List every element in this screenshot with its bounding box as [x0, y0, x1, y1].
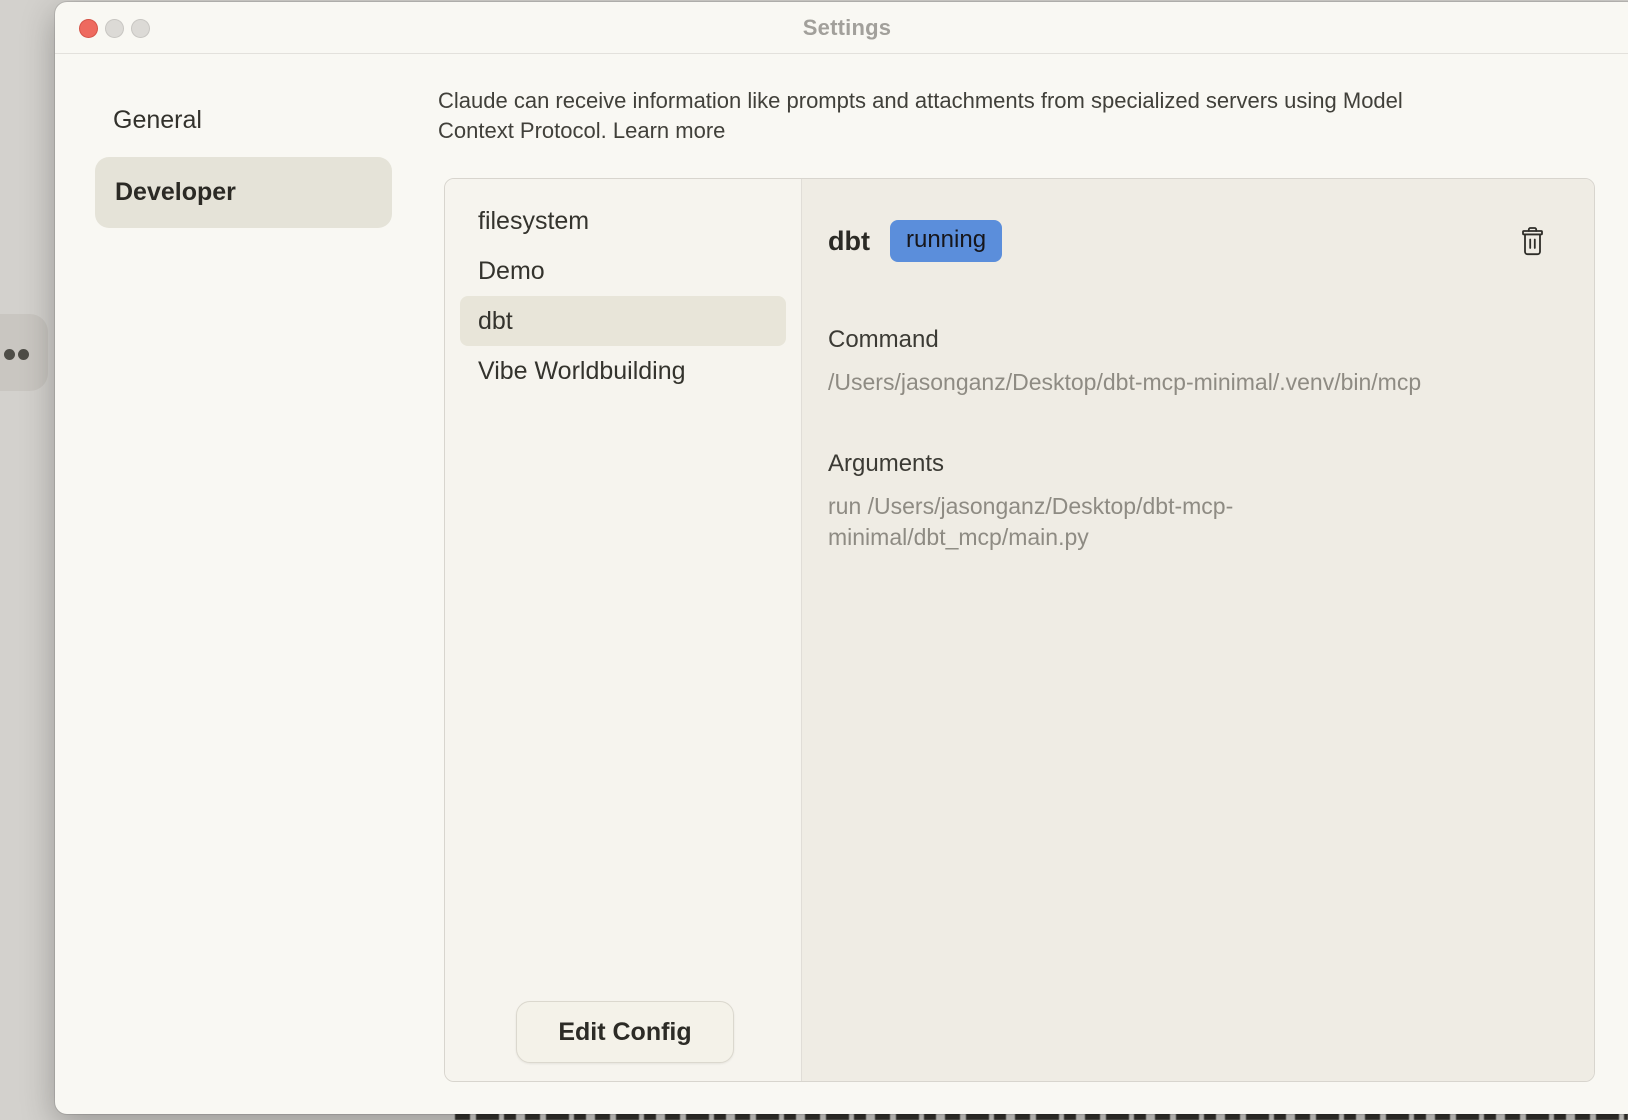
server-item-label: Demo: [478, 257, 545, 286]
traffic-lights: [79, 19, 150, 38]
mcp-description: Claude can receive information like prom…: [438, 86, 1478, 146]
server-list: filesystem Demo dbt Vibe Worldbuilding: [445, 179, 801, 396]
trash-icon: [1519, 226, 1546, 257]
command-value: /Users/jasonganz/Desktop/dbt-mcp-minimal…: [828, 367, 1548, 398]
mcp-servers-panel: filesystem Demo dbt Vibe Worldbuilding E…: [444, 178, 1595, 1082]
learn-more-link[interactable]: Learn more: [613, 118, 726, 143]
status-badge: running: [890, 220, 1002, 262]
dot-icon: [18, 349, 29, 360]
server-list-column: filesystem Demo dbt Vibe Worldbuilding E…: [445, 179, 801, 1081]
sidebar-item-label: Developer: [115, 178, 236, 207]
server-item-demo[interactable]: Demo: [445, 246, 801, 296]
arguments-value: run /Users/jasonganz/Desktop/dbt-mcp-min…: [828, 491, 1268, 553]
sidebar-item-label: General: [113, 106, 202, 135]
server-item-label: filesystem: [478, 207, 589, 236]
arguments-label: Arguments: [828, 450, 1548, 478]
zoom-window-icon[interactable]: [131, 19, 150, 38]
mcp-description-text: Claude can receive information like prom…: [438, 88, 1403, 143]
server-item-label: Vibe Worldbuilding: [478, 357, 686, 386]
server-name: dbt: [828, 226, 870, 257]
window-title: Settings: [803, 15, 891, 41]
server-detail-column: dbt running Command: [801, 179, 1594, 1081]
sidebar-item-general[interactable]: General: [95, 98, 220, 142]
sidebar-item-developer[interactable]: Developer: [95, 157, 392, 228]
dot-icon: [4, 349, 15, 360]
command-field: Command /Users/jasonganz/Desktop/dbt-mcp…: [828, 326, 1548, 398]
close-window-icon[interactable]: [79, 19, 98, 38]
server-item-dbt[interactable]: dbt: [460, 296, 786, 346]
delete-server-button[interactable]: [1516, 223, 1548, 259]
settings-window: Settings General Developer Claude can re…: [55, 2, 1628, 1114]
command-label: Command: [828, 326, 1548, 354]
arguments-field: Arguments run /Users/jasonganz/Desktop/d…: [828, 450, 1548, 553]
server-item-label: dbt: [478, 307, 513, 336]
server-item-vibe-worldbuilding[interactable]: Vibe Worldbuilding: [445, 346, 801, 396]
titlebar[interactable]: Settings: [55, 2, 1628, 54]
server-detail-header: dbt running: [828, 220, 1548, 262]
minimize-window-icon[interactable]: [105, 19, 124, 38]
server-item-filesystem[interactable]: filesystem: [445, 196, 801, 246]
edit-config-button[interactable]: Edit Config: [516, 1001, 734, 1063]
background-overflow-pill[interactable]: [0, 314, 48, 391]
